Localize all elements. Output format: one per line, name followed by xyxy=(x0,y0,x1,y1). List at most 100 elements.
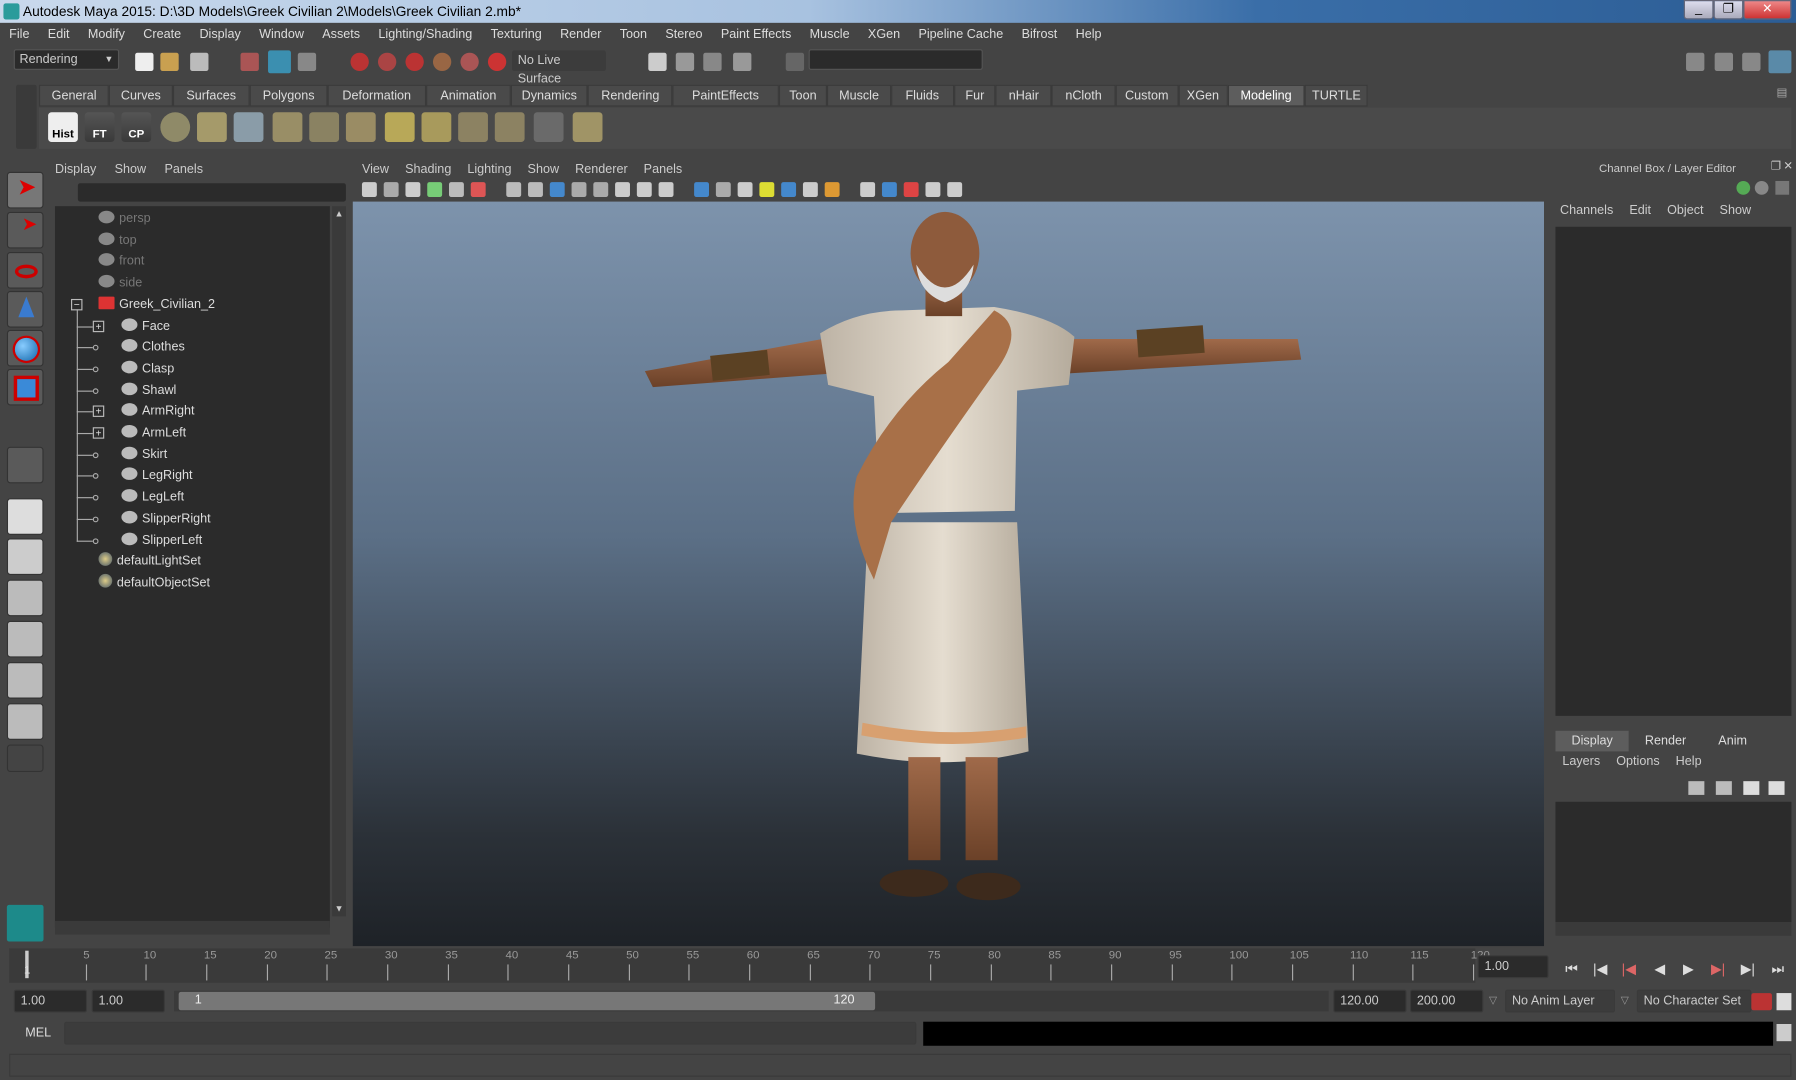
channel-menu-edit[interactable]: Edit xyxy=(1629,204,1651,218)
shelf-tab-curves[interactable]: Curves xyxy=(109,84,173,107)
shelf-tab-xgen[interactable]: XGen xyxy=(1178,84,1228,107)
anim-layer-dropdown-icon[interactable]: ▽ xyxy=(1489,994,1497,1007)
outliner-search-input[interactable] xyxy=(77,183,346,202)
outliner-item-top[interactable]: top xyxy=(98,230,137,251)
lasso-tool-icon[interactable]: ➤ xyxy=(6,211,44,249)
wireframe-on-shaded-icon[interactable] xyxy=(715,182,731,198)
playback-end-field[interactable]: 120.00 xyxy=(1333,989,1407,1013)
camera-attributes-icon[interactable] xyxy=(383,182,399,198)
shelf-tab-surfaces[interactable]: Surfaces xyxy=(172,84,250,107)
viewport-menu-view[interactable]: View xyxy=(362,163,389,177)
poly-split-icon[interactable] xyxy=(345,112,376,143)
snap-view-plane-icon[interactable] xyxy=(432,52,452,72)
outliner-item-root[interactable]: Greek_Civilian_2 xyxy=(98,294,215,315)
outliner-item-face[interactable]: Face xyxy=(121,316,170,337)
rotate-tool-icon[interactable] xyxy=(6,329,44,367)
animation-preferences-icon[interactable] xyxy=(1776,993,1792,1011)
expand-icon[interactable]: + xyxy=(92,405,105,418)
viewport-menu-renderer[interactable]: Renderer xyxy=(575,163,628,177)
four-view-layout-icon[interactable] xyxy=(6,538,44,575)
menu-muscle[interactable]: Muscle xyxy=(801,23,859,46)
playback-start-field[interactable]: 1.00 xyxy=(91,989,165,1013)
single-perspective-layout-icon[interactable] xyxy=(6,498,44,535)
use-all-lights-icon[interactable] xyxy=(759,182,775,198)
step-back-key-icon[interactable]: |◀ xyxy=(1617,960,1640,978)
outliner-item-clasp[interactable]: Clasp xyxy=(121,358,174,379)
shelf-tab-fluids[interactable]: Fluids xyxy=(890,84,954,107)
render-view-icon[interactable] xyxy=(648,52,667,72)
channel-menu-channels[interactable]: Channels xyxy=(1560,204,1613,218)
motion-blur-icon[interactable] xyxy=(824,182,840,198)
last-tool-slot[interactable] xyxy=(6,446,44,484)
snap-point-icon[interactable] xyxy=(405,52,424,72)
shelf-tab-ncloth[interactable]: nCloth xyxy=(1051,84,1116,107)
move-tool-icon[interactable] xyxy=(6,290,44,328)
toggle-tool-settings-icon[interactable] xyxy=(1714,52,1734,72)
menu-window[interactable]: Window xyxy=(250,23,313,46)
auto-key-icon[interactable] xyxy=(1751,993,1772,1011)
menu-texturing[interactable]: Texturing xyxy=(481,23,550,46)
safe-action-icon[interactable] xyxy=(615,182,630,198)
poly-mirror-icon[interactable] xyxy=(533,112,564,143)
menu-display[interactable]: Display xyxy=(190,23,250,46)
menu-file[interactable]: File xyxy=(0,23,39,46)
layer-scrollbar[interactable] xyxy=(1555,922,1792,936)
maya-home-icon[interactable] xyxy=(6,904,44,942)
menu-create[interactable]: Create xyxy=(134,23,190,46)
attribute-editor-icon[interactable] xyxy=(1754,180,1769,195)
channel-box-icon[interactable] xyxy=(1736,180,1751,195)
outliner-item-skirt[interactable]: Skirt xyxy=(121,444,167,465)
viewport-menu-panels[interactable]: Panels xyxy=(644,163,683,177)
ambient-occlusion-icon[interactable] xyxy=(802,182,818,198)
poly-combine-icon[interactable] xyxy=(458,112,488,143)
shelf-tab-nhair[interactable]: nHair xyxy=(995,84,1052,107)
viewport-menu-show[interactable]: Show xyxy=(528,163,560,177)
outliner-menu-show[interactable]: Show xyxy=(115,163,147,177)
expand-icon[interactable]: + xyxy=(92,320,105,332)
outliner-item-armright[interactable]: ArmRight xyxy=(121,401,195,422)
shelf-tab-muscle[interactable]: Muscle xyxy=(827,84,891,107)
scale-tool-icon[interactable] xyxy=(6,368,44,406)
expand-icon[interactable]: + xyxy=(92,427,105,439)
float-panel-icon[interactable]: ❐ xyxy=(1771,160,1781,173)
command-language-label[interactable]: MEL xyxy=(14,1022,60,1045)
menu-xgen[interactable]: XGen xyxy=(859,23,910,46)
menu-bifrost[interactable]: Bifrost xyxy=(1012,23,1066,46)
snap-grid-icon[interactable] xyxy=(350,52,369,72)
outliner-item-shawl[interactable]: Shawl xyxy=(121,380,176,401)
snap-curve-icon[interactable] xyxy=(377,52,397,72)
layer-tab-render[interactable]: Render xyxy=(1628,730,1703,752)
layer-tab-anim[interactable]: Anim xyxy=(1702,730,1764,752)
shadows-icon[interactable] xyxy=(781,182,797,198)
shelf-tab-polygons[interactable]: Polygons xyxy=(249,84,328,107)
menu-stereo[interactable]: Stereo xyxy=(656,23,711,46)
layout-arrows-icon[interactable] xyxy=(6,744,44,773)
shelf-tab-dynamics[interactable]: Dynamics xyxy=(510,84,589,107)
isolate-select-icon[interactable] xyxy=(881,182,897,198)
play-forwards-icon[interactable]: ▶ xyxy=(1677,960,1700,978)
viewport-menu-lighting[interactable]: Lighting xyxy=(467,163,511,177)
hist-button[interactable]: Hist xyxy=(48,112,78,143)
outliner-item-defaultObjectSet[interactable]: defaultObjectSet xyxy=(98,573,210,594)
render-frame-icon[interactable] xyxy=(675,52,695,72)
go-to-end-icon[interactable]: ⏭ xyxy=(1766,960,1789,978)
outliner-item-slipperleft[interactable]: SlipperLeft xyxy=(121,530,202,551)
shelf-tab-animation[interactable]: Animation xyxy=(426,84,511,107)
maximize-button[interactable]: ❐ xyxy=(1713,0,1744,20)
select-hierarchy-icon[interactable] xyxy=(240,52,259,72)
move-up-layer-icon[interactable] xyxy=(1743,781,1760,795)
select-component-icon[interactable] xyxy=(297,52,317,72)
outliner-item-side[interactable]: side xyxy=(98,273,142,294)
layer-menu-options[interactable]: Options xyxy=(1616,755,1659,769)
resolution-gate-icon[interactable] xyxy=(549,182,565,198)
character-set-field[interactable]: No Character Set xyxy=(1636,989,1752,1013)
wireframe-icon[interactable] xyxy=(658,182,674,198)
outliner-vertical-scrollbar[interactable]: ▲ ▼ xyxy=(332,206,346,917)
hypershade-layout-icon[interactable] xyxy=(6,662,44,699)
paint-select-tool-icon[interactable] xyxy=(6,251,44,289)
close-panel-icon[interactable]: ✕ xyxy=(1783,160,1793,173)
toggle-layer-editor-icon[interactable] xyxy=(1768,50,1792,74)
shelf-tab-custom[interactable]: Custom xyxy=(1115,84,1179,107)
outliner-item-slipperright[interactable]: SlipperRight xyxy=(121,508,211,529)
outliner-persp-layout-icon[interactable] xyxy=(6,579,44,617)
